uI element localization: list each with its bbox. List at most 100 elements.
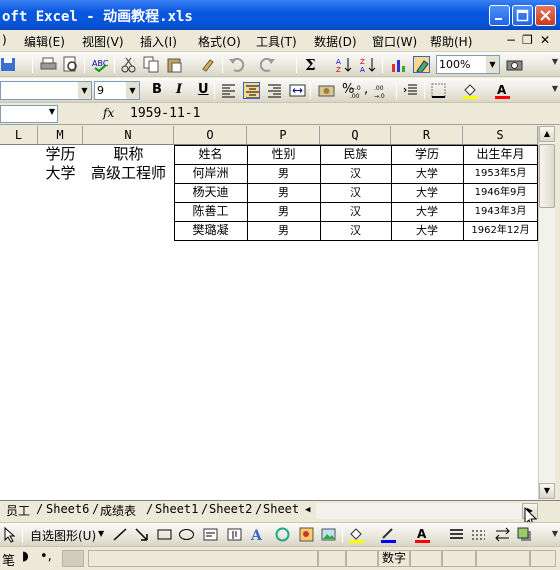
scroll-thumb[interactable] xyxy=(539,144,555,208)
font-size-select[interactable]: 9 ▼ xyxy=(94,81,140,100)
sort-ascending-icon[interactable]: AZ xyxy=(336,56,353,73)
align-center-icon[interactable] xyxy=(243,82,260,99)
cell-m2[interactable]: 大学 xyxy=(38,164,83,183)
table-cell[interactable]: 何岸洲 xyxy=(174,164,247,183)
worksheet-grid[interactable]: L M N O P Q R S 学历 职称 大学 高级工程师 姓名 性别 民族 … xyxy=(0,126,538,500)
mdi-close-icon[interactable]: ✕ xyxy=(540,33,550,47)
col-header-o[interactable]: O xyxy=(174,126,247,145)
clipart-icon[interactable] xyxy=(298,526,315,543)
table-cell[interactable]: 1962年12月 xyxy=(463,221,538,240)
table-header-birth[interactable]: 出生年月 xyxy=(463,145,538,164)
horizontal-scrollbar[interactable] xyxy=(316,503,522,519)
dash-style-icon[interactable] xyxy=(470,526,487,543)
oval-icon[interactable] xyxy=(178,526,195,543)
table-cell[interactable]: 男 xyxy=(247,164,320,183)
table-cell[interactable]: 杨天迪 xyxy=(174,183,247,202)
paste-icon[interactable] xyxy=(166,56,183,73)
ime-punctuation-icon[interactable]: •, xyxy=(40,549,52,564)
toolbar-options-icon[interactable]: ▼ xyxy=(552,529,558,538)
copy-icon[interactable] xyxy=(143,56,160,73)
scroll-up-icon[interactable]: ▲ xyxy=(539,126,555,142)
align-left-icon[interactable] xyxy=(220,82,237,99)
formula-input[interactable]: 1959-11-1 xyxy=(130,106,200,121)
indent-icon[interactable] xyxy=(402,82,419,99)
italic-button[interactable]: I xyxy=(176,82,182,97)
align-right-icon[interactable] xyxy=(266,82,283,99)
close-button[interactable] xyxy=(535,5,556,26)
font-color-icon[interactable]: A xyxy=(414,526,431,543)
cell-n2[interactable]: 高级工程师 xyxy=(83,164,174,183)
menu-format[interactable]: 格式(O) xyxy=(198,33,241,50)
font-name-select[interactable]: ▼ xyxy=(0,81,92,100)
minimize-button[interactable] xyxy=(489,5,510,26)
ime-keyboard-icon[interactable] xyxy=(62,550,84,567)
table-cell[interactable]: 1943年3月 xyxy=(463,202,538,221)
decrease-decimal-icon[interactable]: .00→.0 xyxy=(374,82,391,99)
table-cell[interactable]: 男 xyxy=(247,202,320,221)
menu-window[interactable]: 窗口(W) xyxy=(372,33,417,50)
ime-mode-label[interactable]: 笔 xyxy=(2,550,15,569)
currency-icon[interactable] xyxy=(318,82,335,99)
menu-help[interactable]: 帮助(H) xyxy=(430,33,472,50)
spelling-icon[interactable]: ABC xyxy=(92,56,109,73)
print-icon[interactable] xyxy=(40,56,57,73)
textbox-icon[interactable] xyxy=(202,526,219,543)
menu-edit[interactable]: 编辑(E) xyxy=(24,33,65,50)
cut-icon[interactable] xyxy=(120,56,137,73)
table-cell[interactable]: 大学 xyxy=(391,202,463,221)
redo-icon[interactable] xyxy=(260,56,277,73)
line-style-icon[interactable] xyxy=(448,526,465,543)
col-header-r[interactable]: R xyxy=(391,126,463,145)
merge-center-icon[interactable] xyxy=(289,82,306,99)
table-cell[interactable]: 大学 xyxy=(391,164,463,183)
table-cell[interactable]: 1946年9月 xyxy=(463,183,538,202)
arrow-style-icon[interactable] xyxy=(494,526,511,543)
table-cell[interactable]: 陈善工 xyxy=(174,202,247,221)
col-header-s[interactable]: S xyxy=(463,126,538,145)
toolbar-options-icon[interactable]: ▼ xyxy=(552,84,558,93)
sheet-tab-sheet6[interactable]: Sheet6 xyxy=(46,502,89,516)
bold-button[interactable]: B xyxy=(152,82,162,97)
line-icon[interactable] xyxy=(112,526,129,543)
menu-view[interactable]: 视图(V) xyxy=(82,33,124,50)
wordart-icon[interactable]: A xyxy=(250,526,267,543)
table-header-gender[interactable]: 性别 xyxy=(247,145,320,164)
format-painter-icon[interactable] xyxy=(200,56,217,73)
fill-color-icon[interactable] xyxy=(462,82,479,99)
cell-m1[interactable]: 学历 xyxy=(38,145,83,164)
table-cell[interactable]: 汉 xyxy=(320,221,391,240)
cell-n1[interactable]: 职称 xyxy=(83,145,174,164)
autosum-icon[interactable]: Σ xyxy=(303,56,320,73)
chevron-down-icon[interactable]: ▼ xyxy=(98,529,104,538)
col-header-m[interactable]: M xyxy=(38,126,83,145)
fill-color-icon[interactable] xyxy=(348,526,365,543)
table-cell[interactable]: 汉 xyxy=(320,202,391,221)
drawing-icon[interactable] xyxy=(413,56,430,73)
line-color-icon[interactable] xyxy=(380,526,397,543)
resize-grip[interactable] xyxy=(530,550,556,567)
sheet-tab-sheet1[interactable]: Sheet1 xyxy=(155,502,198,516)
autoshapes-menu[interactable]: 自选图形(U) xyxy=(30,527,96,544)
scroll-down-icon[interactable]: ▼ xyxy=(539,483,555,499)
diagram-icon[interactable] xyxy=(274,526,291,543)
menu-fragment[interactable]: ) xyxy=(2,33,7,47)
tab-scroll-right-icon[interactable]: ◀ xyxy=(305,505,310,515)
rectangle-icon[interactable] xyxy=(156,526,173,543)
sheet-tab-employee[interactable]: 员工 xyxy=(6,502,30,519)
toolbar-options-icon[interactable]: ▼ xyxy=(552,57,558,66)
table-cell[interactable]: 汉 xyxy=(320,164,391,183)
table-cell[interactable]: 男 xyxy=(247,221,320,240)
save-icon[interactable] xyxy=(0,56,17,73)
chart-wizard-icon[interactable] xyxy=(390,56,407,73)
mdi-restore-icon[interactable]: ❐ xyxy=(522,33,533,47)
table-header-education[interactable]: 学历 xyxy=(391,145,463,164)
col-header-l[interactable]: L xyxy=(0,126,38,145)
sort-descending-icon[interactable]: ZA xyxy=(360,56,377,73)
sheet-tab-sheet[interactable]: Sheet xyxy=(263,502,299,516)
menu-data[interactable]: 数据(D) xyxy=(314,33,357,50)
table-cell[interactable]: 汉 xyxy=(320,183,391,202)
maximize-button[interactable] xyxy=(512,5,533,26)
mdi-minimize-icon[interactable]: − xyxy=(506,33,516,47)
zoom-select[interactable]: 100% ▼ xyxy=(436,55,500,74)
col-header-p[interactable]: P xyxy=(247,126,320,145)
